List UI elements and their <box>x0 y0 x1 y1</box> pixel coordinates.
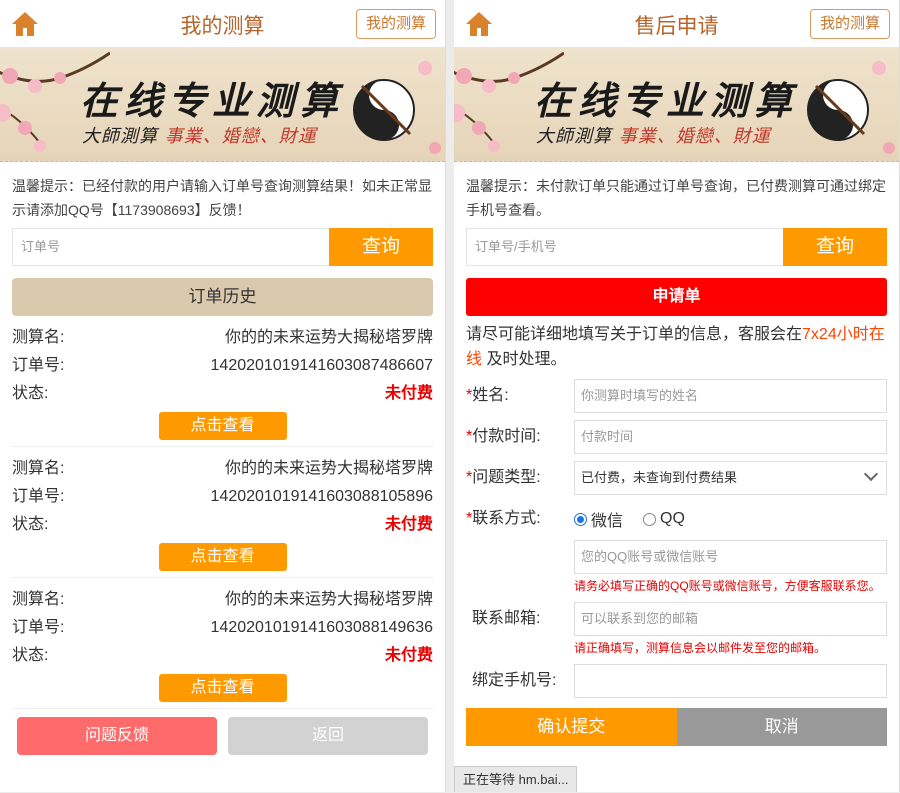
bottom-buttons: 问题反馈 返回 <box>12 717 433 755</box>
view-button[interactable]: 点击查看 <box>159 543 287 571</box>
tip-text: 温馨提示：未付款订单只能通过订单号查询，已付费测算可通过绑定手机号查看。 <box>466 174 887 222</box>
banner-title: 在线专业测算 <box>80 70 344 125</box>
email-label: 联系邮箱: <box>466 602 574 636</box>
order-no-label: 订单号: <box>12 483 64 511</box>
name-label: *姓名: <box>466 379 574 413</box>
yinyang-icon <box>352 78 416 142</box>
phone-row: 绑定手机号: <box>466 664 887 698</box>
paytime-row: *付款时间: 付款时间 <box>466 420 887 454</box>
contact-field[interactable]: 您的QQ账号或微信账号 <box>574 540 887 574</box>
qq-radio[interactable] <box>643 513 656 526</box>
view-button[interactable]: 点击查看 <box>159 412 287 440</box>
intro-text-end: 及时处理。 <box>486 351 566 368</box>
phone-label: 绑定手机号: <box>466 664 574 698</box>
status-label: 状态: <box>12 511 48 539</box>
banner-sub-red: 事業、婚戀、財運 <box>165 126 317 147</box>
select-value: 已付费，未查询到付费结果 <box>581 470 737 485</box>
banner-sub-prefix: 大師測算 <box>536 126 612 147</box>
phone-field[interactable] <box>574 664 887 698</box>
order-no: 142020101914160308810589​6 <box>211 483 433 511</box>
tip-text: 温馨提示：已经付款的用户请输入订单号查询测算结果！如未正常显示请添加QQ号【11… <box>12 174 433 222</box>
name-row: *姓名: 你测算时填写的姓名 <box>466 379 887 413</box>
banner-sub-red: 事業、婚戀、財運 <box>619 126 771 147</box>
submit-row: 确认提交 取消 <box>466 708 887 746</box>
my-calc-button[interactable]: 我的测算 <box>810 9 890 39</box>
contact-label: *联系方式: <box>466 502 574 536</box>
calc-name-label: 测算名: <box>12 586 64 614</box>
banner: 在线专业测算 大師測算 事業、婚戀、財運 <box>0 48 445 162</box>
cancel-button[interactable]: 取消 <box>677 708 888 746</box>
intro-text: 请尽可能详细地填写关于订单的信息，客服会在 <box>466 326 802 343</box>
banner-subtitle: 大師測算 事業、婚戀、財運 <box>82 122 317 148</box>
banner-sub-prefix: 大師測算 <box>82 126 158 147</box>
order-number-input[interactable]: 订单号 <box>12 228 329 266</box>
submit-button[interactable]: 确认提交 <box>466 708 677 746</box>
banner-title: 在线专业测算 <box>534 70 798 125</box>
order-no-label: 订单号: <box>12 614 64 642</box>
calc-name-label: 测算名: <box>12 324 64 352</box>
wechat-label: 微信 <box>591 507 623 531</box>
view-button[interactable]: 点击查看 <box>159 674 287 702</box>
order-no-label: 订单号: <box>12 352 64 380</box>
back-button[interactable]: 返回 <box>228 717 428 755</box>
order-no: 142020101914160308814963​6 <box>211 614 433 642</box>
email-hint: 请正确填写，测算信息会以邮件发至您的邮箱。 <box>574 640 887 657</box>
type-label: *问题类型: <box>466 461 574 495</box>
type-row: *问题类型: 已付费，未查询到付费结果 <box>466 461 887 495</box>
form-intro: 请尽可能详细地填写关于订单的信息，客服会在7x24小时在线 及时处理。 <box>466 322 887 372</box>
banner: 在线专业测算 大師測算 事業、婚戀、財運 <box>454 48 899 162</box>
order-history-button[interactable]: 订单历史 <box>12 278 433 316</box>
qq-label: QQ <box>660 510 685 528</box>
feedback-button[interactable]: 问题反馈 <box>17 717 217 755</box>
order-or-phone-input[interactable]: 订单号/手机号 <box>466 228 783 266</box>
order-item: 测算名: 你的的未来运势大揭秘塔罗牌 订单号: 142020101914160308… <box>12 455 433 578</box>
status-label: 状态: <box>12 380 48 408</box>
query-button[interactable]: 查询 <box>329 228 433 266</box>
my-orders-panel: 我的测算 我的测算 在线专业测算 大師測算 事業、婚戀、財運 温馨提示：已经付款… <box>0 0 446 792</box>
status-badge: 未付费 <box>385 380 433 408</box>
status-label: 状态: <box>12 642 48 670</box>
banner-subtitle: 大師測算 事業、婚戀、財運 <box>536 122 771 148</box>
order-item: 测算名: 你的的未来运势大揭秘塔罗牌 订单号: 142020101914160308… <box>12 324 433 447</box>
query-button[interactable]: 查询 <box>783 228 887 266</box>
paytime-field[interactable]: 付款时间 <box>574 420 887 454</box>
browser-status-bar: 正在等待 hm.bai... <box>454 766 577 792</box>
contact-row: *联系方式: 微信 QQ 您的QQ账号或微信账号 请务必填写正确的QQ账号或微信… <box>466 502 887 595</box>
application-form-header: 申请单 <box>466 278 887 316</box>
paytime-label: *付款时间: <box>466 420 574 454</box>
order-no: 14202010191416030874866​07 <box>211 352 433 380</box>
chevron-down-icon <box>864 467 878 481</box>
calc-name: 你的的未来运势大揭秘塔罗牌 <box>225 455 433 483</box>
my-calc-button[interactable]: 我的测算 <box>356 9 436 39</box>
yinyang-icon <box>806 78 870 142</box>
wechat-radio[interactable] <box>574 513 587 526</box>
top-bar: 我的测算 我的测算 <box>0 0 445 48</box>
contact-radios: 微信 QQ <box>574 502 887 536</box>
name-field[interactable]: 你测算时填写的姓名 <box>574 379 887 413</box>
calc-name: 你的的未来运势大揭秘塔罗牌 <box>225 324 433 352</box>
contact-hint: 请务必填写正确的QQ账号或微信账号，方便客服联系您。 <box>574 578 887 595</box>
search-row: 订单号 查询 <box>12 228 433 266</box>
email-row: 联系邮箱: 可以联系到您的邮箱 请正确填写，测算信息会以邮件发至您的邮箱。 <box>466 602 887 657</box>
email-field[interactable]: 可以联系到您的邮箱 <box>574 602 887 636</box>
order-item: 测算名: 你的的未来运势大揭秘塔罗牌 订单号: 142020101914160308… <box>12 586 433 709</box>
problem-type-select[interactable]: 已付费，未查询到付费结果 <box>574 461 887 495</box>
top-bar: 售后申请 我的测算 <box>454 0 899 48</box>
calc-name-label: 测算名: <box>12 455 64 483</box>
status-badge: 未付费 <box>385 511 433 539</box>
search-row: 订单号/手机号 查询 <box>466 228 887 266</box>
calc-name: 你的的未来运势大揭秘塔罗牌 <box>225 586 433 614</box>
status-badge: 未付费 <box>385 642 433 670</box>
after-sales-panel: 售后申请 我的测算 在线专业测算 大師測算 事業、婚戀、財運 温馨提示：未付款订… <box>454 0 900 792</box>
